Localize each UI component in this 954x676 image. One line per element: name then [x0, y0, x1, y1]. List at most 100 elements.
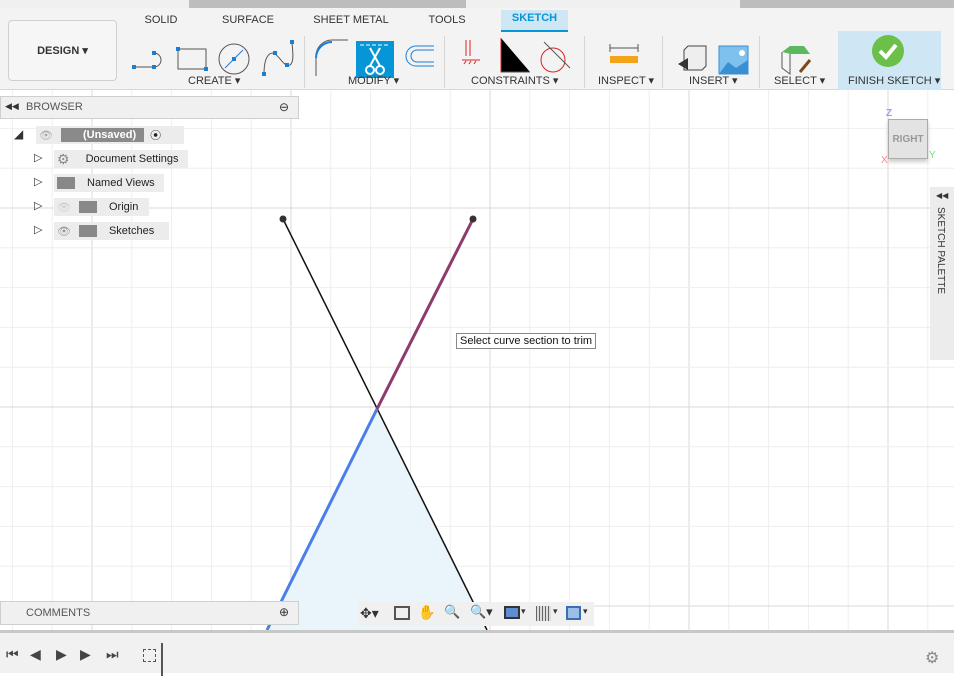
- expand-icon[interactable]: ▷: [34, 151, 42, 164]
- select-label: SELECT: [774, 75, 817, 87]
- insert-icons[interactable]: [676, 44, 752, 76]
- viewcube-face: RIGHT: [892, 134, 924, 145]
- checkmark-icon: [872, 35, 904, 67]
- item-label: Origin: [108, 201, 139, 213]
- play-icon[interactable]: ▶: [56, 646, 67, 663]
- browser-root-item[interactable]: 👁 (Unsaved) ⦿: [36, 126, 184, 144]
- fit-icon[interactable]: 🔍▾: [470, 604, 493, 620]
- modify-menu[interactable]: MODIFY ▾: [348, 74, 399, 87]
- zoom-icon[interactable]: 🔍: [444, 604, 460, 620]
- workspace-dropdown[interactable]: DESIGN ▾: [8, 20, 117, 81]
- comments-panel[interactable]: COMMENTS ⊕: [0, 601, 299, 625]
- folder-icon: [78, 225, 97, 237]
- ribbon-toolbar: DESIGN ▾ SOLID SURFACE SHEET METAL TOOLS…: [0, 8, 954, 90]
- workspace-label: DESIGN: [37, 44, 80, 57]
- arc-slot-icon: [132, 51, 162, 69]
- viewports-icon[interactable]: [566, 606, 581, 620]
- navigation-bar: ✥▾ ✋ 🔍 🔍▾ ▾ ▾ ▾: [358, 602, 594, 626]
- divider: [584, 36, 585, 88]
- step-back-icon[interactable]: ◀: [30, 646, 41, 663]
- constraints-icons[interactable]: [460, 34, 572, 78]
- viewcube-y-axis: Y: [929, 150, 936, 161]
- create-menu[interactable]: CREATE ▾: [188, 74, 240, 87]
- select-menu[interactable]: SELECT ▾: [774, 74, 825, 87]
- browser-item-document-settings[interactable]: ⚙ Document Settings: [54, 150, 188, 168]
- fix-constraint-icon: [462, 40, 480, 65]
- pan-icon[interactable]: ✋: [418, 604, 435, 621]
- tab-surface[interactable]: SURFACE: [218, 12, 278, 32]
- item-label: Named Views: [87, 177, 155, 189]
- insert-derive-icon: [678, 45, 707, 71]
- add-comment-icon[interactable]: ⊕: [279, 605, 289, 619]
- profile-fill: [267, 409, 487, 630]
- expand-icon[interactable]: ▷: [34, 223, 42, 236]
- constraints-label: CONSTRAINTS: [471, 75, 550, 87]
- create-tools-icons[interactable]: [130, 36, 300, 76]
- tab-tools[interactable]: TOOLS: [424, 12, 470, 32]
- collapse-triangle-icon[interactable]: ◢: [14, 127, 23, 141]
- tooltip: Select curve section to trim: [456, 333, 597, 349]
- inspect-label: INSPECT: [598, 75, 646, 87]
- perpendicular-constraint-icon: [500, 38, 530, 73]
- timeline: ⏮ ◀ ▶ ▶ ⏭ ⚙: [0, 630, 954, 676]
- display-settings-icon[interactable]: [504, 606, 520, 619]
- folder-icon: [57, 177, 75, 189]
- divider: [444, 36, 445, 88]
- comments-title: COMMENTS: [26, 607, 91, 619]
- timeline-marker[interactable]: [161, 643, 163, 676]
- collapse-icon[interactable]: ◀◀: [5, 101, 19, 112]
- minus-circle-icon[interactable]: ⊖: [279, 100, 289, 114]
- radio-active-icon[interactable]: ⦿: [150, 127, 161, 143]
- modify-label: MODIFY: [348, 75, 391, 87]
- divider: [662, 36, 663, 88]
- gear-icon[interactable]: ⚙: [925, 648, 939, 668]
- viewcube[interactable]: RIGHT: [888, 119, 928, 159]
- step-forward-icon[interactable]: ▶: [80, 646, 91, 663]
- inspect-menu[interactable]: INSPECT ▾: [598, 74, 654, 87]
- go-to-end-icon[interactable]: ⏭: [106, 646, 119, 663]
- title-bar: [0, 0, 954, 8]
- orbit-icon[interactable]: ✥▾: [360, 605, 379, 622]
- constraints-menu[interactable]: CONSTRAINTS ▾: [471, 74, 558, 87]
- trim-icon: [356, 41, 394, 78]
- browser-item-sketches[interactable]: 👁 Sketches: [54, 222, 169, 240]
- select-paint-icon[interactable]: [780, 44, 814, 76]
- look-at-icon[interactable]: [394, 606, 410, 620]
- grid: [0, 90, 954, 630]
- browser-title: BROWSER: [26, 101, 83, 113]
- viewcube-z-axis: Z: [886, 108, 893, 119]
- finish-sketch-label: FINISH SKETCH: [848, 75, 932, 87]
- tab-solid[interactable]: SOLID: [140, 12, 182, 32]
- go-to-start-icon[interactable]: ⏮: [6, 646, 19, 663]
- viewcube-x-axis: X: [881, 155, 888, 166]
- sketch-palette-tab[interactable]: ◀◀ SKETCH PALETTE: [930, 187, 954, 360]
- eye-hidden-icon[interactable]: 👁: [57, 201, 71, 214]
- tangent-constraint-icon: [540, 41, 571, 73]
- item-label: Document Settings: [85, 153, 179, 165]
- expand-icon[interactable]: ▷: [34, 175, 42, 188]
- offset-icon: [405, 45, 434, 67]
- browser-item-origin[interactable]: 👁 Origin: [54, 198, 149, 216]
- eye-icon[interactable]: 👁: [57, 225, 71, 238]
- insert-image-icon: [718, 45, 749, 75]
- circle-icon: [218, 43, 250, 75]
- finish-sketch-button[interactable]: FINISH SKETCH ▾: [838, 31, 941, 90]
- expand-icon: ◀◀: [936, 191, 949, 200]
- palette-label: SKETCH PALETTE: [935, 207, 946, 295]
- browser-panel-header[interactable]: ◀◀ BROWSER ⊖: [0, 96, 299, 119]
- tab-sketch[interactable]: SKETCH: [501, 10, 568, 32]
- tab-sheet-metal[interactable]: SHEET METAL: [310, 12, 392, 32]
- grid-settings-icon[interactable]: [536, 606, 551, 621]
- create-label: CREATE: [188, 75, 232, 87]
- modify-tools-icons[interactable]: [314, 34, 438, 78]
- browser-item-named-views[interactable]: Named Views: [54, 174, 164, 192]
- sketch-canvas[interactable]: [0, 90, 954, 630]
- gear-icon: ⚙: [57, 150, 70, 167]
- rectangle-icon: [176, 47, 208, 71]
- eye-icon[interactable]: 👁: [39, 129, 53, 142]
- expand-icon[interactable]: ▷: [34, 199, 42, 212]
- insert-menu[interactable]: INSERT ▾: [689, 74, 738, 87]
- measure-icon[interactable]: [608, 44, 640, 68]
- item-label: Sketches: [108, 225, 155, 237]
- sketch-feature-icon[interactable]: [143, 649, 156, 662]
